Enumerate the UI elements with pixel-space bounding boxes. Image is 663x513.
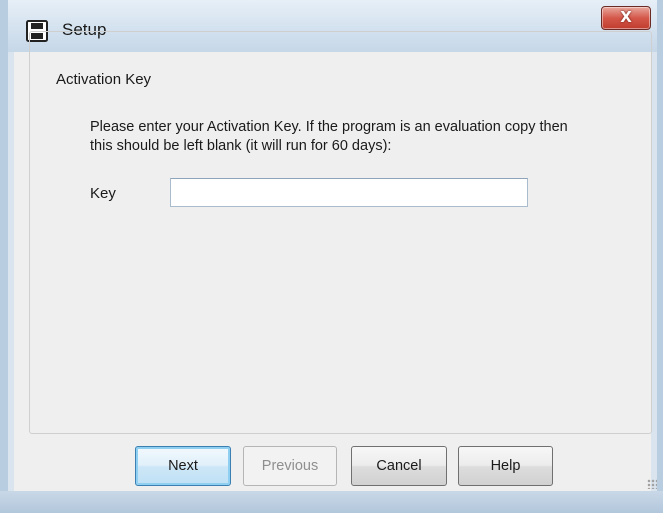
activation-key-group [29, 31, 652, 434]
close-button[interactable]: X [601, 6, 651, 30]
cancel-button[interactable]: Cancel [351, 446, 447, 486]
next-button[interactable]: Next [135, 446, 231, 486]
window-bottom-border [0, 491, 663, 513]
group-title: Activation Key [52, 71, 156, 88]
resize-grip-icon[interactable] [647, 479, 657, 489]
help-button[interactable]: Help [458, 446, 553, 486]
key-label: Key [90, 185, 116, 202]
key-input[interactable] [170, 178, 528, 207]
previous-button: Previous [243, 446, 337, 486]
instructions-text: Please enter your Activation Key. If the… [90, 119, 568, 154]
close-icon: X [620, 8, 632, 26]
